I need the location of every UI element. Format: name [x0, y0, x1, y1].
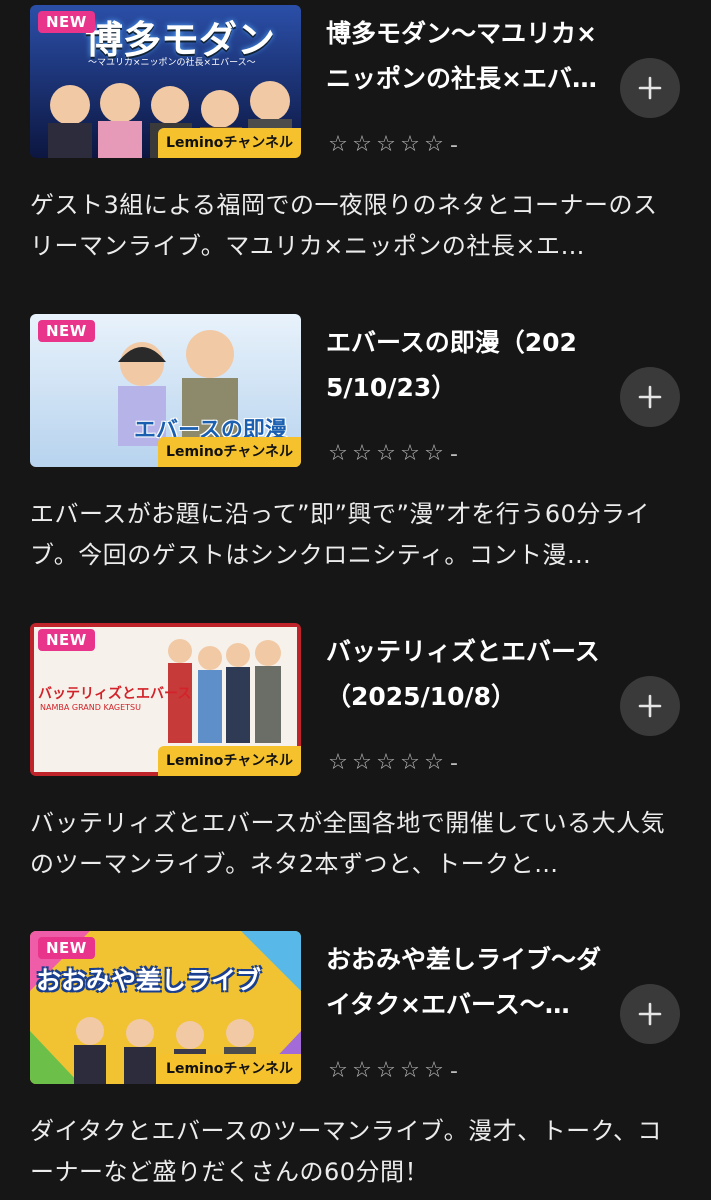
star-outline-icon: ☆: [376, 1058, 396, 1083]
rating-score: -: [450, 441, 458, 467]
star-outline-icon: ☆: [424, 132, 444, 157]
channel-badge: Leminoチャンネル: [158, 437, 301, 467]
add-to-list-button[interactable]: [620, 58, 680, 118]
item-title[interactable]: 博多モダン〜マユリカ×ニッポンの社長×エバ…: [326, 11, 601, 101]
item-title[interactable]: おおみや差しライブ〜ダイタク×エバース〜…: [326, 937, 601, 1027]
thumbnail[interactable]: エバースの即漫 NEW Leminoチャンネル: [30, 314, 301, 467]
channel-badge: Leminoチャンネル: [158, 1054, 301, 1084]
plus-icon: [638, 76, 662, 100]
star-rating: ☆ ☆ ☆ ☆ ☆ -: [326, 132, 458, 158]
star-rating: ☆ ☆ ☆ ☆ ☆ -: [326, 750, 458, 776]
item-title[interactable]: エバースの即漫（2025/10/23）: [326, 320, 601, 410]
thumbnail[interactable]: 博多モダン 〜マユリカ×ニッポンの社長×エバース〜 NEW Leminoチャンネ…: [30, 5, 301, 158]
new-badge: NEW: [38, 11, 95, 33]
item-description: エバースがお題に沿って”即”興で”漫”才を行う60分ライブ。今回のゲストはシンク…: [30, 500, 650, 569]
new-badge: NEW: [38, 320, 95, 342]
channel-badge: Leminoチャンネル: [158, 746, 301, 776]
rating-score: -: [450, 750, 458, 776]
star-outline-icon: ☆: [352, 1058, 372, 1083]
thumbnail[interactable]: バッテリィズとエバース NAMBA GRAND KAGETSU NEW Lemi…: [30, 623, 301, 776]
add-to-list-button[interactable]: [620, 676, 680, 736]
thumbnail[interactable]: おおみや差しライブ NEW Leminoチャンネル: [30, 931, 301, 1084]
star-outline-icon: ☆: [424, 441, 444, 466]
thumbnail-subtitle: NAMBA GRAND KAGETSU: [40, 703, 141, 712]
thumbnail-title: バッテリィズとエバース: [38, 686, 192, 702]
star-outline-icon: ☆: [376, 750, 396, 775]
content-list: 博多モダン 〜マユリカ×ニッポンの社長×エバース〜 NEW Leminoチャンネ…: [0, 0, 711, 1200]
item-description: ダイタクとエバースのツーマンライブ。漫才、トーク、コーナーなど盛りだくさんの60…: [30, 1117, 662, 1186]
item-description: バッテリィズとエバースが全国各地で開催している大人気のツーマンライブ。ネタ2本ず…: [30, 809, 666, 878]
plus-icon: [638, 1002, 662, 1026]
thumbnail-subtitle: 〜マユリカ×ニッポンの社長×エバース〜: [88, 58, 256, 68]
star-outline-icon: ☆: [328, 750, 348, 775]
new-badge: NEW: [38, 629, 95, 651]
new-badge: NEW: [38, 937, 95, 959]
star-rating: ☆ ☆ ☆ ☆ ☆ -: [326, 1058, 458, 1084]
item-title[interactable]: バッテリィズとエバース（2025/10/8）: [326, 629, 601, 719]
star-outline-icon: ☆: [424, 1058, 444, 1083]
rating-score: -: [450, 132, 458, 158]
add-to-list-button[interactable]: [620, 984, 680, 1044]
plus-icon: [638, 694, 662, 718]
star-outline-icon: ☆: [400, 441, 420, 466]
star-rating: ☆ ☆ ☆ ☆ ☆ -: [326, 441, 458, 467]
item-description: ゲスト3組による福岡での一夜限りのネタとコーナーのスリーマンライブ。マユリカ×ニ…: [30, 191, 658, 260]
star-outline-icon: ☆: [424, 750, 444, 775]
thumbnail-title: おおみや差しライブ: [36, 966, 262, 995]
star-outline-icon: ☆: [328, 441, 348, 466]
rating-score: -: [450, 1058, 458, 1084]
star-outline-icon: ☆: [352, 132, 372, 157]
star-outline-icon: ☆: [328, 132, 348, 157]
star-outline-icon: ☆: [400, 132, 420, 157]
star-outline-icon: ☆: [352, 441, 372, 466]
plus-icon: [638, 385, 662, 409]
channel-badge: Leminoチャンネル: [158, 128, 301, 158]
star-outline-icon: ☆: [376, 441, 396, 466]
star-outline-icon: ☆: [352, 750, 372, 775]
star-outline-icon: ☆: [328, 1058, 348, 1083]
star-outline-icon: ☆: [376, 132, 396, 157]
add-to-list-button[interactable]: [620, 367, 680, 427]
star-outline-icon: ☆: [400, 750, 420, 775]
star-outline-icon: ☆: [400, 1058, 420, 1083]
